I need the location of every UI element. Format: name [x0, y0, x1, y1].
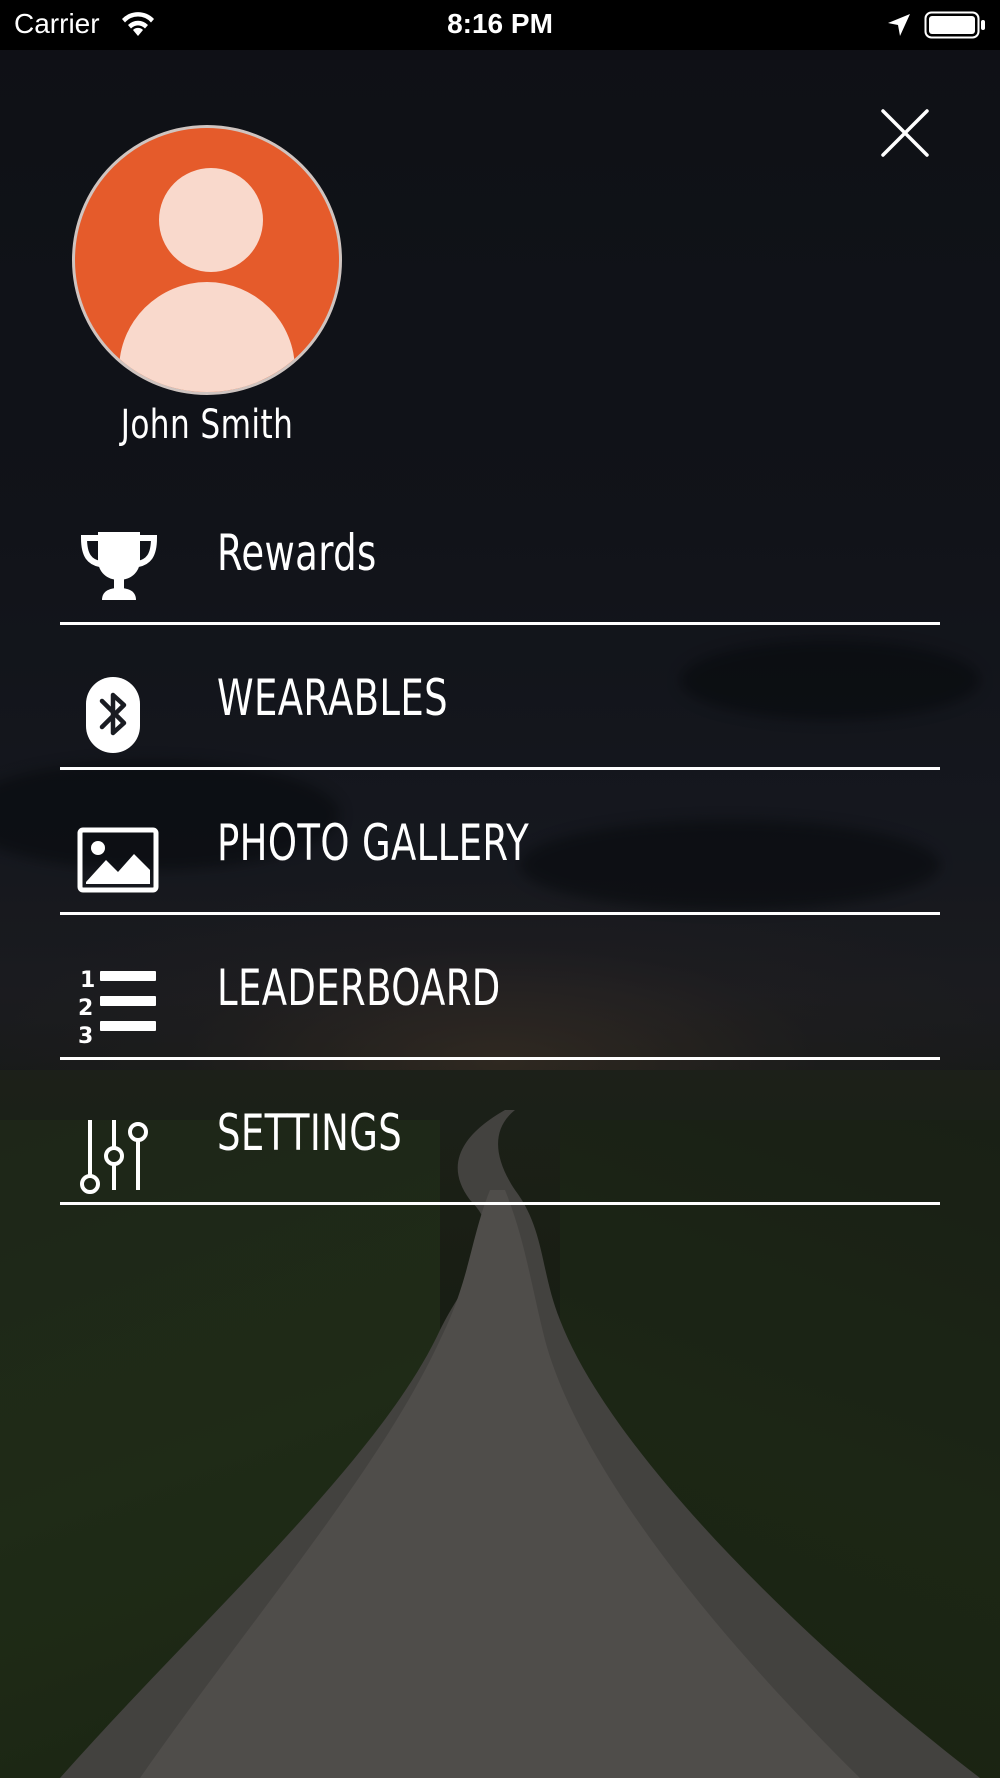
menu-item-label: PHOTO GALLERY — [217, 814, 530, 872]
battery-icon — [924, 11, 986, 44]
avatar[interactable] — [72, 125, 342, 395]
bluetooth-icon — [76, 675, 162, 761]
menu-item-rewards[interactable]: Rewards — [60, 480, 940, 625]
user-name: John Smith — [120, 402, 294, 448]
close-icon — [881, 109, 929, 157]
sliders-icon — [76, 1118, 162, 1204]
menu-item-settings[interactable]: SETTINGS — [60, 1060, 940, 1205]
menu-item-wearables[interactable]: WEARABLES — [60, 625, 940, 770]
avatar-body — [119, 282, 295, 392]
trophy-icon — [76, 522, 162, 608]
photo-icon — [76, 826, 162, 912]
menu-item-photo-gallery[interactable]: PHOTO GALLERY — [60, 770, 940, 915]
location-arrow-icon — [886, 12, 912, 43]
menu-item-label: LEADERBOARD — [217, 959, 501, 1017]
divider — [60, 1202, 940, 1205]
menu-item-label: SETTINGS — [217, 1104, 403, 1162]
menu-item-leaderboard[interactable]: 1 2 3 LEADERBOARD — [60, 915, 940, 1060]
status-bar: Carrier 8:16 PM — [0, 0, 1000, 50]
svg-text:1: 1 — [80, 968, 95, 993]
status-time: 8:16 PM — [447, 8, 553, 39]
close-button[interactable] — [876, 104, 934, 162]
numbered-list-icon: 1 2 3 — [76, 965, 162, 1051]
svg-text:2: 2 — [78, 996, 93, 1021]
side-menu-screen: Carrier 8:16 PM John Smith Rewards WEARA… — [0, 0, 1000, 1778]
menu-item-label: WEARABLES — [217, 669, 448, 727]
svg-text:3: 3 — [78, 1024, 93, 1049]
menu-item-label: Rewards — [217, 524, 377, 582]
avatar-head — [159, 168, 263, 272]
